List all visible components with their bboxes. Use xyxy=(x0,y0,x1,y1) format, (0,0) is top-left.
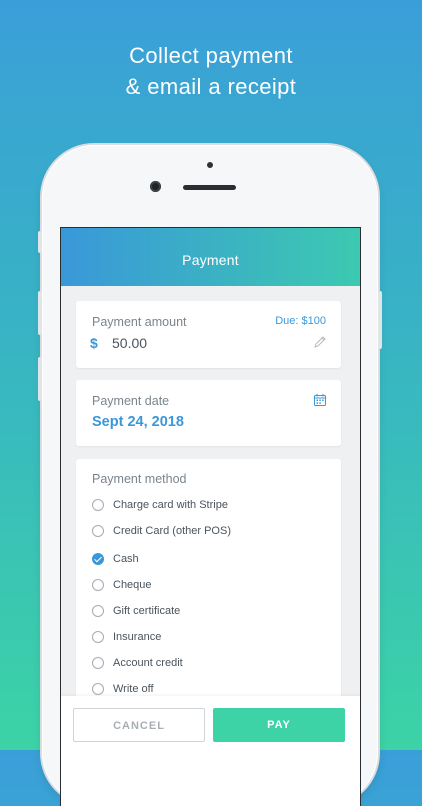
earpiece-speaker xyxy=(183,185,236,190)
radio-button[interactable] xyxy=(92,683,104,695)
radio-checked-icon[interactable] xyxy=(92,553,104,565)
payment-method-option-label: Gift certificate xyxy=(113,605,181,617)
amount-due-text: Due: $100 xyxy=(275,315,326,327)
calendar-icon[interactable] xyxy=(313,393,327,407)
radio-button[interactable] xyxy=(92,605,104,617)
payment-method-option-credit-card[interactable]: Credit Card (other POS) xyxy=(92,523,231,539)
mute-switch xyxy=(38,231,42,253)
radio-button[interactable] xyxy=(92,579,104,591)
promo-headline-line-1: Collect payment xyxy=(129,43,293,68)
pay-button[interactable]: PAY xyxy=(213,708,345,742)
payment-method-option-label: Write off xyxy=(113,683,154,695)
volume-down-button xyxy=(38,357,42,401)
payment-method-card: Payment method Charge card with Stripe C… xyxy=(76,459,341,719)
radio-button[interactable] xyxy=(92,657,104,669)
volume-up-button xyxy=(38,291,42,335)
payment-method-option-label: Cash xyxy=(113,553,139,565)
payment-method-option-label: Cheque xyxy=(113,579,152,591)
payment-method-option-cash[interactable]: Cash xyxy=(92,551,139,567)
payment-method-option-label: Credit Card (other POS) xyxy=(113,525,231,537)
payment-method-option-gift-certificate[interactable]: Gift certificate xyxy=(92,603,180,619)
phone-screen: Payment Payment amount Due: $100 $ 50.00… xyxy=(60,227,361,806)
currency-symbol: $ xyxy=(90,335,98,351)
payment-amount-input[interactable]: 50.00 xyxy=(112,335,147,351)
payment-method-option-label: Charge card with Stripe xyxy=(113,499,228,511)
payment-date-value[interactable]: Sept 24, 2018 xyxy=(92,414,184,430)
cancel-button[interactable]: CANCEL xyxy=(73,708,205,742)
radio-button[interactable] xyxy=(92,499,104,511)
payment-date-label: Payment date xyxy=(92,394,170,408)
power-button xyxy=(378,291,382,349)
page-title: Payment xyxy=(182,252,239,268)
payment-date-card[interactable]: Payment date Sept 24, 2018 xyxy=(76,380,341,446)
payment-method-option-write-off[interactable]: Write off xyxy=(92,681,154,697)
radio-button[interactable] xyxy=(92,525,104,537)
payment-method-option-account-credit[interactable]: Account credit xyxy=(92,655,183,671)
pencil-icon[interactable] xyxy=(313,335,327,349)
payment-amount-card[interactable]: Payment amount Due: $100 $ 50.00 xyxy=(76,301,341,368)
action-footer: CANCEL PAY xyxy=(61,696,360,806)
phone-frame: Payment Payment amount Due: $100 $ 50.00… xyxy=(38,145,382,806)
payment-method-option-insurance[interactable]: Insurance xyxy=(92,629,161,645)
payment-amount-label: Payment amount xyxy=(92,315,187,329)
payment-method-option-label: Insurance xyxy=(113,631,162,643)
payment-method-option-stripe[interactable]: Charge card with Stripe xyxy=(92,497,228,513)
radio-button[interactable] xyxy=(92,631,104,643)
payment-method-label: Payment method xyxy=(92,472,187,486)
payment-method-option-cheque[interactable]: Cheque xyxy=(92,577,152,593)
promo-headline: Collect payment & email a receipt xyxy=(0,40,422,102)
proximity-sensor xyxy=(207,162,213,168)
payment-method-option-label: Account credit xyxy=(113,657,183,669)
promo-headline-line-2: & email a receipt xyxy=(125,74,297,99)
app-bar: Payment xyxy=(61,228,360,286)
front-camera xyxy=(150,181,161,192)
